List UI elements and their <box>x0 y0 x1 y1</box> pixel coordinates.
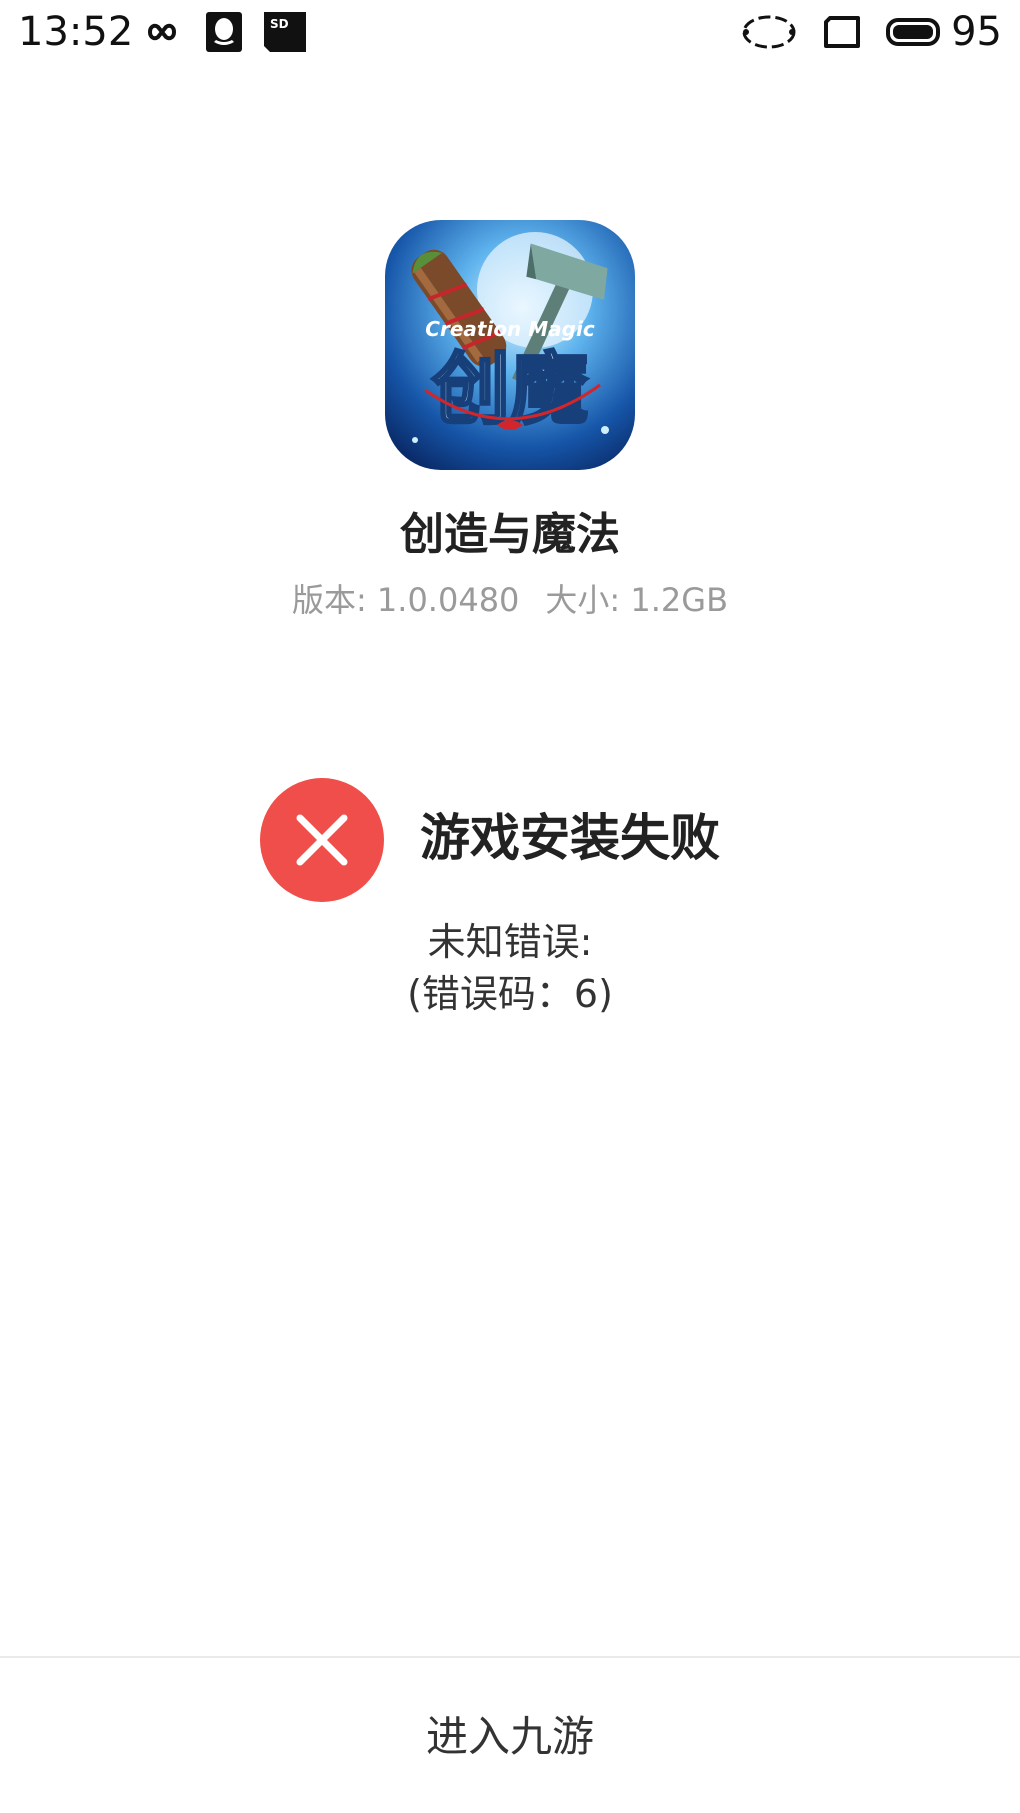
status-time: 13:52 <box>18 9 134 55</box>
error-message-line1: 未知错误: <box>427 920 593 964</box>
error-title: 游戏安装失败 <box>420 809 720 867</box>
error-x-icon <box>260 778 384 902</box>
creation-magic-app-icon: Creation Magic 创魔 <box>385 220 635 470</box>
screen-rotate-icon <box>824 16 860 48</box>
battery-level: 95 <box>951 9 1002 55</box>
error-message: 未知错误: (错误码：6) <box>0 916 1020 1020</box>
app-meta: 版本: 1.0.0480 大小: 1.2GB <box>0 578 1020 622</box>
app-name: 创造与魔法 <box>400 509 620 560</box>
app-size: 大小: 1.2GB <box>545 581 729 619</box>
infinity-icon <box>147 23 177 41</box>
sync-icon <box>742 15 796 49</box>
sd-label: SD <box>270 17 289 31</box>
app-version: 版本: 1.0.0480 <box>291 581 520 619</box>
status-bar: 13:52 SD 95 <box>0 0 1020 66</box>
qq-icon <box>206 12 242 52</box>
bottom-bar: 进入九游 <box>0 1656 1020 1813</box>
battery-icon <box>886 18 940 46</box>
app-icon: Creation Magic 创魔 <box>385 220 635 470</box>
enter-jiuyou-button[interactable]: 进入九游 <box>366 1687 654 1787</box>
error-code: (错误码：6) <box>407 972 613 1016</box>
app-icon-subtitle: Creation Magic <box>425 317 595 341</box>
install-result-screen: 13:52 SD 95 Creation Magic 创魔 创造与魔法 版本: … <box>0 0 1020 1813</box>
sd-card-icon: SD <box>264 12 306 52</box>
